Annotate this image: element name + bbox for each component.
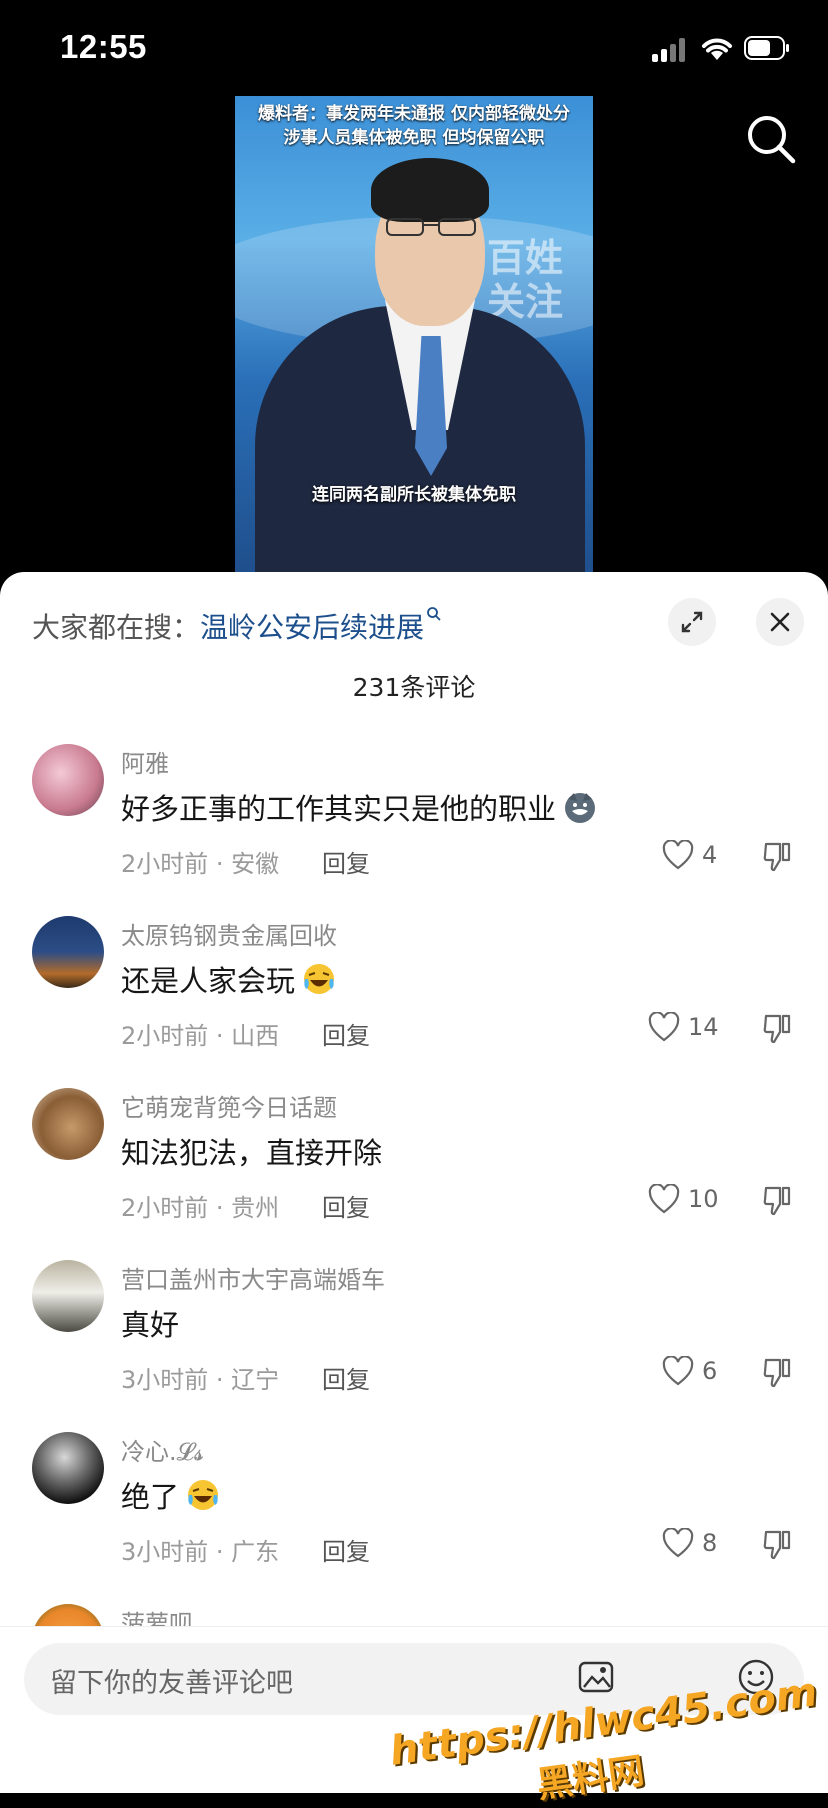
dislike-icon[interactable] xyxy=(762,1184,792,1216)
heart-icon xyxy=(648,1012,680,1042)
comment-author[interactable]: 冷心.𝓛𝓼 xyxy=(121,1432,204,1467)
video-subtitle: 连同两名副所长被集体免职 xyxy=(312,485,516,505)
comment-author[interactable]: 太原钨钢贵金属回收 xyxy=(121,916,337,951)
status-bar: 12:55 xyxy=(0,0,828,96)
close-icon xyxy=(770,612,790,632)
avatar[interactable] xyxy=(32,744,104,816)
comment-count: 231条评论 xyxy=(352,673,476,702)
dislike-icon[interactable] xyxy=(762,840,792,872)
like-count: 10 xyxy=(688,1185,719,1213)
video-headline-line2: 涉事人员集体被免职 但均保留公职 xyxy=(283,128,545,148)
dislike-icon[interactable] xyxy=(762,1528,792,1560)
comment-item: 冷心.𝓛𝓼 绝了 3小时前 · 广东 回复 8 xyxy=(0,1432,828,1602)
comment-meta: 2小时前 · 安徽 xyxy=(121,850,280,878)
comment-item: 营口盖州市大宇高端婚车 真好 3小时前 · 辽宁 回复 6 xyxy=(0,1260,828,1430)
status-time: 12:55 xyxy=(60,28,147,65)
comment-text: 好多正事的工作其实只是他的职业 xyxy=(121,786,598,828)
dislike-icon[interactable] xyxy=(762,1356,792,1388)
reply-button[interactable]: 回复 xyxy=(322,1360,370,1395)
avatar[interactable] xyxy=(32,1088,104,1160)
trending-search-prefix: 大家都在搜： xyxy=(32,611,201,644)
avatar[interactable] xyxy=(32,1432,104,1504)
like-count: 8 xyxy=(702,1529,718,1557)
like-button[interactable]: 6 xyxy=(662,1356,717,1386)
like-count: 14 xyxy=(688,1013,719,1041)
comments-sheet: 大家都在搜：温岭公安后续进展 231条评论 阿雅 好多正事的工作其实只是他的职业… xyxy=(0,572,828,1792)
image-icon[interactable] xyxy=(576,1657,616,1697)
comment-text: 还是人家会玩 xyxy=(121,958,337,1000)
battery-icon xyxy=(744,36,789,60)
trending-search-term[interactable]: 温岭公安后续进展 xyxy=(200,611,424,644)
comment-input-placeholder: 留下你的友善评论吧 xyxy=(50,1668,293,1699)
like-button[interactable]: 10 xyxy=(648,1184,719,1214)
anchor-hair xyxy=(371,158,489,222)
wolf-emoji-icon xyxy=(565,793,596,823)
comment-item: 阿雅 好多正事的工作其实只是他的职业 2小时前 · 安徽 回复 4 xyxy=(0,744,828,914)
comment-body: 还是人家会玩 xyxy=(121,964,296,998)
dislike-icon[interactable] xyxy=(762,1012,792,1044)
video-player[interactable]: 爆料者：事发两年未通报 仅内部轻微处分 涉事人员集体被免职 但均保留公职 百姓关… xyxy=(235,96,593,572)
search-icon[interactable] xyxy=(744,112,798,166)
reply-button[interactable]: 回复 xyxy=(322,1532,370,1567)
laughing-emoji-icon xyxy=(188,1480,219,1510)
heart-icon xyxy=(662,1356,694,1386)
like-button[interactable]: 8 xyxy=(662,1528,717,1558)
like-button[interactable]: 4 xyxy=(662,840,717,870)
like-button[interactable]: 14 xyxy=(648,1012,719,1042)
like-count: 6 xyxy=(702,1357,718,1385)
close-button[interactable] xyxy=(756,598,804,646)
heart-icon xyxy=(648,1184,680,1214)
reply-button[interactable]: 回复 xyxy=(322,1016,370,1051)
comment-meta: 2小时前 · 贵州 xyxy=(121,1194,280,1222)
comment-item: 太原钨钢贵金属回收 还是人家会玩 2小时前 · 山西 回复 14 xyxy=(0,916,828,1086)
heart-icon xyxy=(662,1528,694,1558)
comment-author[interactable]: 营口盖州市大宇高端婚车 xyxy=(121,1260,385,1295)
comment-text: 知法犯法，直接开除 xyxy=(121,1130,382,1172)
comment-item: 它萌宠背篼今日话题 知法犯法，直接开除 2小时前 · 贵州 回复 10 xyxy=(0,1088,828,1258)
comment-body: 绝了 xyxy=(121,1480,180,1514)
comment-body: 好多正事的工作其实只是他的职业 xyxy=(121,792,557,826)
avatar[interactable] xyxy=(32,1260,104,1332)
comment-text: 真好 xyxy=(121,1302,179,1344)
comment-text: 绝了 xyxy=(121,1474,221,1516)
trending-search[interactable]: 大家都在搜：温岭公安后续进展 xyxy=(32,606,442,646)
reply-button[interactable]: 回复 xyxy=(322,1188,370,1223)
laughing-emoji-icon xyxy=(304,964,335,994)
comment-body: 真好 xyxy=(121,1308,180,1342)
anchor-glasses xyxy=(386,218,476,236)
heart-icon xyxy=(662,840,694,870)
expand-icon xyxy=(681,611,703,633)
comment-author[interactable]: 阿雅 xyxy=(121,744,169,779)
wifi-icon xyxy=(702,38,732,60)
comment-meta: 2小时前 · 山西 xyxy=(121,1022,280,1050)
video-headline-line1: 爆料者：事发两年未通报 仅内部轻微处分 xyxy=(258,104,570,124)
like-count: 4 xyxy=(702,841,718,869)
reply-button[interactable]: 回复 xyxy=(322,844,370,879)
cellular-signal-icon xyxy=(652,38,688,62)
comment-input-bar: 留下你的友善评论吧 https://hlwc45.com 黑料网 xyxy=(0,1626,828,1806)
video-headline: 爆料者：事发两年未通报 仅内部轻微处分 涉事人员集体被免职 但均保留公职 xyxy=(235,102,593,150)
comment-author[interactable]: 它萌宠背篼今日话题 xyxy=(121,1088,337,1123)
video-watermark: 百姓关注 xyxy=(487,236,564,324)
avatar[interactable] xyxy=(32,916,104,988)
comment-meta: 3小时前 · 广东 xyxy=(121,1538,280,1566)
comment-meta: 3小时前 · 辽宁 xyxy=(121,1366,280,1394)
comment-body: 知法犯法，直接开除 xyxy=(121,1136,383,1170)
expand-button[interactable] xyxy=(668,598,716,646)
small-search-icon xyxy=(427,607,441,621)
